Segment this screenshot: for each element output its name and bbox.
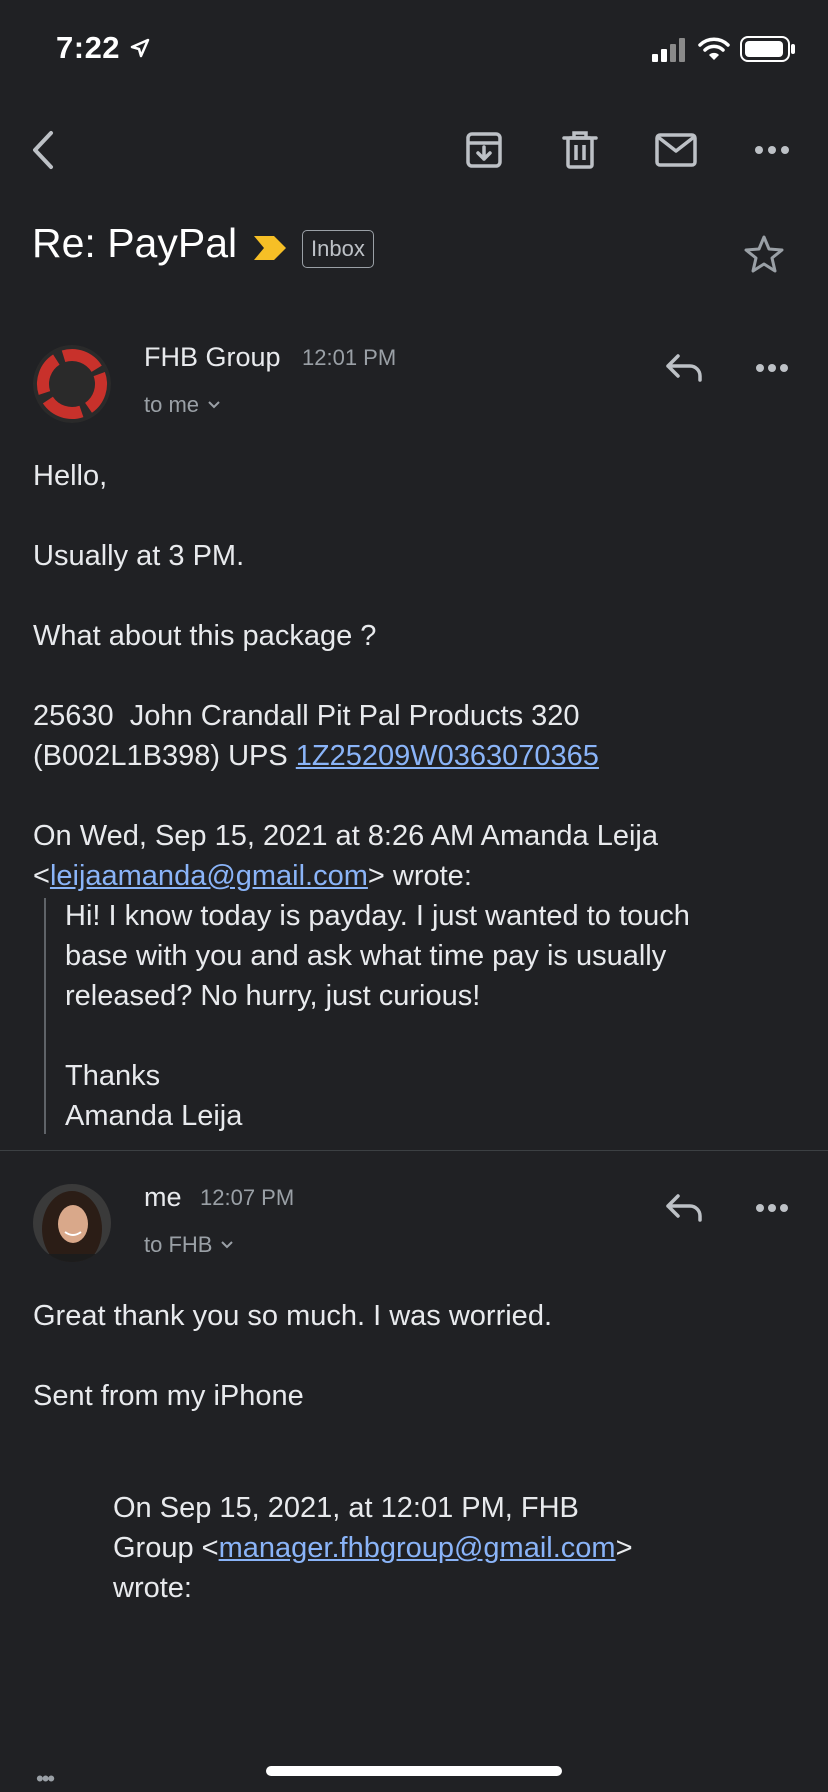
chevron-down-icon bbox=[208, 401, 220, 409]
importance-marker-icon[interactable] bbox=[252, 234, 288, 267]
inbox-label-badge[interactable]: Inbox bbox=[302, 230, 374, 268]
reply-icon bbox=[666, 354, 702, 382]
reply-icon bbox=[666, 1194, 702, 1222]
quote-header-email-line: <leijaamanda@gmail.com> wrote: bbox=[33, 856, 472, 896]
reply-button[interactable] bbox=[656, 1180, 712, 1236]
chevron-left-icon bbox=[33, 131, 53, 169]
quote-header: On Wed, Sep 15, 2021 at 8:26 AM Amanda L… bbox=[33, 820, 659, 852]
body-line: 25630 John Crandall Pit Pal Products 320 bbox=[33, 700, 580, 732]
quoted-line: Amanda Leija bbox=[65, 1100, 243, 1132]
star-icon bbox=[744, 235, 784, 273]
tracking-number-link[interactable]: 1Z25209W0363070365 bbox=[296, 740, 599, 772]
quoted-line: Thanks bbox=[65, 1060, 161, 1092]
body-text-span: < bbox=[33, 860, 50, 892]
archive-button[interactable] bbox=[454, 120, 514, 180]
quoted-line: Hi! I know today is payday. I just wante… bbox=[65, 900, 690, 932]
message-time: 12:01 PM bbox=[302, 345, 397, 370]
wifi-icon bbox=[698, 36, 730, 67]
trash-icon bbox=[562, 131, 598, 169]
quote-bar bbox=[44, 898, 46, 1134]
reply-button[interactable] bbox=[656, 340, 712, 396]
email-link[interactable]: manager.fhbgroup@gmail.com bbox=[219, 1532, 616, 1564]
body-text-span: (B002L1B398) UPS bbox=[33, 740, 296, 772]
sender-name: FHB Group bbox=[144, 342, 281, 372]
email-link[interactable]: leijaamanda@gmail.com bbox=[50, 860, 368, 892]
quoted-line: On Sep 15, 2021, at 12:01 PM, FHB bbox=[113, 1492, 579, 1524]
quoted-email-line: Group <manager.fhbgroup@gmail.com> bbox=[113, 1528, 633, 1568]
quoted-line: base with you and ask what time pay is u… bbox=[65, 940, 667, 972]
cellular-signal-icon bbox=[652, 38, 688, 67]
more-horizontal-icon bbox=[755, 146, 789, 154]
message-divider bbox=[0, 1150, 828, 1151]
recipients-label: to me bbox=[144, 392, 200, 417]
star-button[interactable] bbox=[744, 234, 784, 279]
more-horizontal-icon bbox=[756, 364, 788, 372]
body-line: Usually at 3 PM. bbox=[33, 540, 245, 572]
email-subject: Re: PayPal bbox=[32, 220, 238, 266]
recipients-toggle[interactable]: to FHB bbox=[144, 1232, 234, 1258]
sender-avatar[interactable] bbox=[33, 345, 111, 423]
status-time: 7:22 bbox=[56, 30, 121, 65]
location-arrow-icon bbox=[130, 38, 150, 63]
delete-button[interactable] bbox=[550, 120, 610, 180]
body-line: Hello, bbox=[33, 460, 108, 492]
message-more-button[interactable] bbox=[744, 340, 800, 396]
body-text-span: Group < bbox=[113, 1532, 219, 1564]
quoted-line: released? No hurry, just curious! bbox=[65, 980, 481, 1012]
message-time: 12:07 PM bbox=[200, 1185, 295, 1210]
mail-icon bbox=[655, 133, 697, 167]
body-text-span: > wrote: bbox=[367, 860, 472, 892]
tracking-line: (B002L1B398) UPS 1Z25209W0363070365 bbox=[33, 736, 599, 776]
chevron-down-icon bbox=[221, 1241, 234, 1249]
more-horizontal-icon bbox=[756, 1204, 788, 1212]
recipients-label: to FHB bbox=[144, 1232, 213, 1257]
sender-name: me bbox=[144, 1182, 182, 1212]
my-avatar[interactable] bbox=[33, 1184, 111, 1262]
quoted-line: wrote: bbox=[113, 1572, 192, 1604]
home-indicator[interactable] bbox=[266, 1766, 562, 1776]
archive-icon bbox=[466, 132, 502, 168]
body-line: Sent from my iPhone bbox=[33, 1380, 304, 1412]
back-button[interactable] bbox=[14, 120, 74, 180]
message-more-button[interactable] bbox=[744, 1180, 800, 1236]
body-line: Great thank you so much. I was worried. bbox=[33, 1300, 552, 1332]
more-options-button[interactable] bbox=[742, 120, 802, 180]
battery-icon bbox=[740, 36, 796, 67]
show-trimmed-content-button[interactable]: ••• bbox=[36, 1766, 55, 1792]
recipients-toggle[interactable]: to me bbox=[144, 392, 221, 418]
body-text-span: > bbox=[615, 1532, 633, 1564]
mark-unread-button[interactable] bbox=[646, 120, 706, 180]
body-line: What about this package ? bbox=[33, 620, 377, 652]
